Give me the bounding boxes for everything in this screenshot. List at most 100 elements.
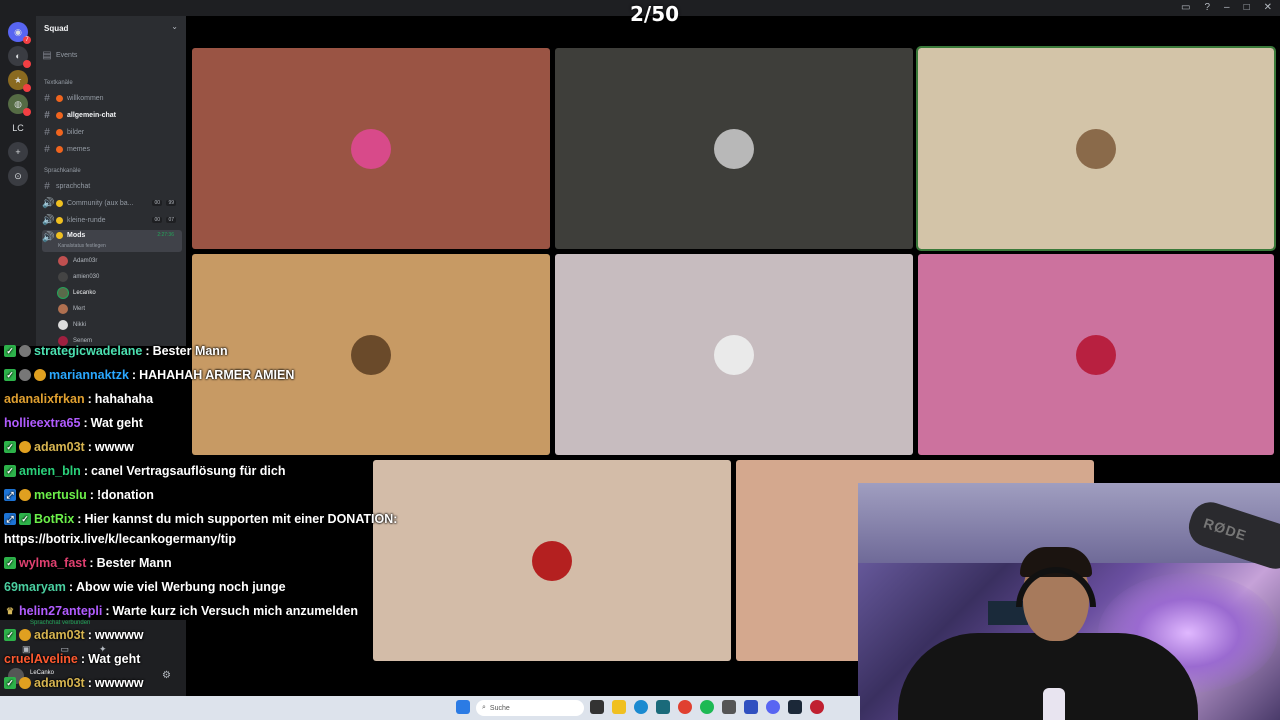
store-icon[interactable] [656,700,670,714]
events-item[interactable]: ▤ Events [42,48,182,62]
chat-username[interactable]: 69maryam [4,580,66,594]
chat-text: Wat geht [90,416,143,430]
chat-text: Bester Mann [96,556,172,570]
chat-username[interactable]: mertuslu [34,488,87,502]
window-controls: ▭ ? – □ ✕ [1181,2,1272,13]
chat-separator: : [87,676,92,690]
voice-member[interactable]: Nikki [58,318,86,332]
bot-badge-icon: ⤢ [4,489,16,501]
status-dot [56,94,63,102]
chat-message: ✓ adam03t: wwwww [4,676,144,690]
avatar-badge-icon [19,345,31,357]
chat-separator: : [87,628,92,642]
voice-member[interactable]: amien030 [58,270,99,284]
taskbar-search[interactable]: ⌕ Suche [476,700,584,716]
voice-channel-kleine-runde[interactable]: 🔊 kleine-runde 00 07 [42,213,182,227]
chat-username[interactable]: wylma_fast [19,556,86,570]
video-tile-speaking[interactable] [916,46,1276,251]
settings-gear-icon[interactable]: ⚙ [162,670,171,681]
chat-text: Warte kurz ich Versuch mich anzumelden [112,604,358,618]
chat-text: Hier kannst du mich supporten mit einer … [84,512,398,526]
chat-username[interactable]: adam03t [34,440,85,454]
voice-member[interactable]: Mert [58,302,85,316]
voice-member[interactable]: Adam03r [58,254,97,268]
chat-message: adanalixfrkan: hahahaha [4,392,153,406]
channel-memes[interactable]: # memes [42,142,182,156]
chat-username[interactable]: adam03t [34,628,85,642]
discord-home-icon[interactable]: ◉ 7 [8,22,31,44]
text-category[interactable]: Textkanäle [44,80,73,86]
channel-bilder[interactable]: # bilder [42,125,182,139]
video-tile[interactable] [192,254,550,455]
voice-member[interactable]: Lecanko [58,286,96,300]
video-tile[interactable] [555,48,913,249]
chat-text: https://botrix.live/k/lecankogermany/tip [4,532,237,546]
maximize-icon[interactable]: □ [1244,2,1250,13]
chat-username[interactable]: amien_bln [19,464,81,478]
video-tile[interactable] [373,460,731,661]
chat-username[interactable]: hollieextra65 [4,416,80,430]
channel-status[interactable]: Kanalstatus festlegen [58,243,106,249]
speaker-icon: 🔊 [42,232,55,243]
server-icon-squad[interactable]: ◍ [8,94,31,116]
app-icon[interactable] [810,700,824,714]
edge-icon[interactable] [634,700,648,714]
channel-allgemein-chat[interactable]: # allgemein-chat [42,108,182,122]
avatar [351,334,391,375]
chat-username[interactable]: cruelAveline [4,652,78,666]
vscode-icon[interactable] [744,700,758,714]
avatar [58,304,68,314]
server-name[interactable]: Squad [44,24,68,33]
task-view-icon[interactable] [590,700,604,714]
video-tile[interactable] [192,48,550,249]
app-icon[interactable] [722,700,736,714]
spotify-icon[interactable] [700,700,714,714]
voice-channel-community[interactable]: 🔊 Community (aux ba... 00 99 [42,196,182,210]
server-icon[interactable]: ★ [8,70,31,92]
chat-separator: : [83,416,88,430]
windows-start-icon[interactable] [456,700,470,714]
server-icon[interactable]: ◐ [8,46,31,68]
video-tile[interactable] [555,254,913,455]
inbox-icon[interactable]: ▭ [1181,2,1190,13]
avatar [58,256,68,266]
verified-badge-icon: ✓ [4,441,16,453]
chat-message: ✓ adam03t: wwwww [4,628,144,642]
chevron-down-icon[interactable]: ⌄ [171,22,178,31]
close-icon[interactable]: ✕ [1264,2,1272,13]
calendar-icon: ▤ [42,49,52,61]
voice-category[interactable]: Sprachkanäle [44,168,81,174]
status-dot [56,145,63,153]
help-icon[interactable]: ? [1204,2,1210,13]
video-tile[interactable] [918,254,1274,455]
add-server-icon[interactable]: + [8,142,28,162]
chat-text: canel Vertragsauflösung für dich [91,464,286,478]
chat-text: wwwww [94,628,144,642]
chat-username[interactable]: helin27antepli [19,604,102,618]
chat-message: ⤢ mertuslu: !donation [4,488,154,502]
chat-username[interactable]: BotRix [34,512,74,526]
avatar [58,288,68,298]
chat-text: Wat geht [88,652,141,666]
chat-username[interactable]: adam03t [34,676,85,690]
chat-separator: : [68,580,74,594]
webcam-feed: RØDE [858,483,1280,720]
screen: { "stream": {"viewer_counter": "2/50"}, … [0,0,1280,720]
chat-username[interactable]: adanalixfrkan [4,392,85,406]
voice-channel-sprachchat[interactable]: # sprachchat [42,179,182,193]
channel-willkommen[interactable]: # willkommen [42,91,182,105]
chat-username[interactable]: mariannaktzk [49,368,129,382]
discord-icon[interactable] [766,700,780,714]
discover-icon[interactable]: ⊙ [8,166,28,186]
file-explorer-icon[interactable] [612,700,626,714]
coin-badge-icon [19,677,31,689]
chrome-icon[interactable] [678,700,692,714]
avatar [58,272,68,282]
minimize-icon[interactable]: – [1224,2,1230,13]
chat-username[interactable]: strategicwadelane [34,344,142,358]
chat-message: ✓ adam03t: wwww [4,440,134,454]
chat-message: ✓ amien_bln: canel Vertragsauflösung für d… [4,464,286,478]
server-label[interactable]: LC [8,118,28,138]
verified-badge-icon: ✓ [4,369,16,381]
steam-icon[interactable] [788,700,802,714]
